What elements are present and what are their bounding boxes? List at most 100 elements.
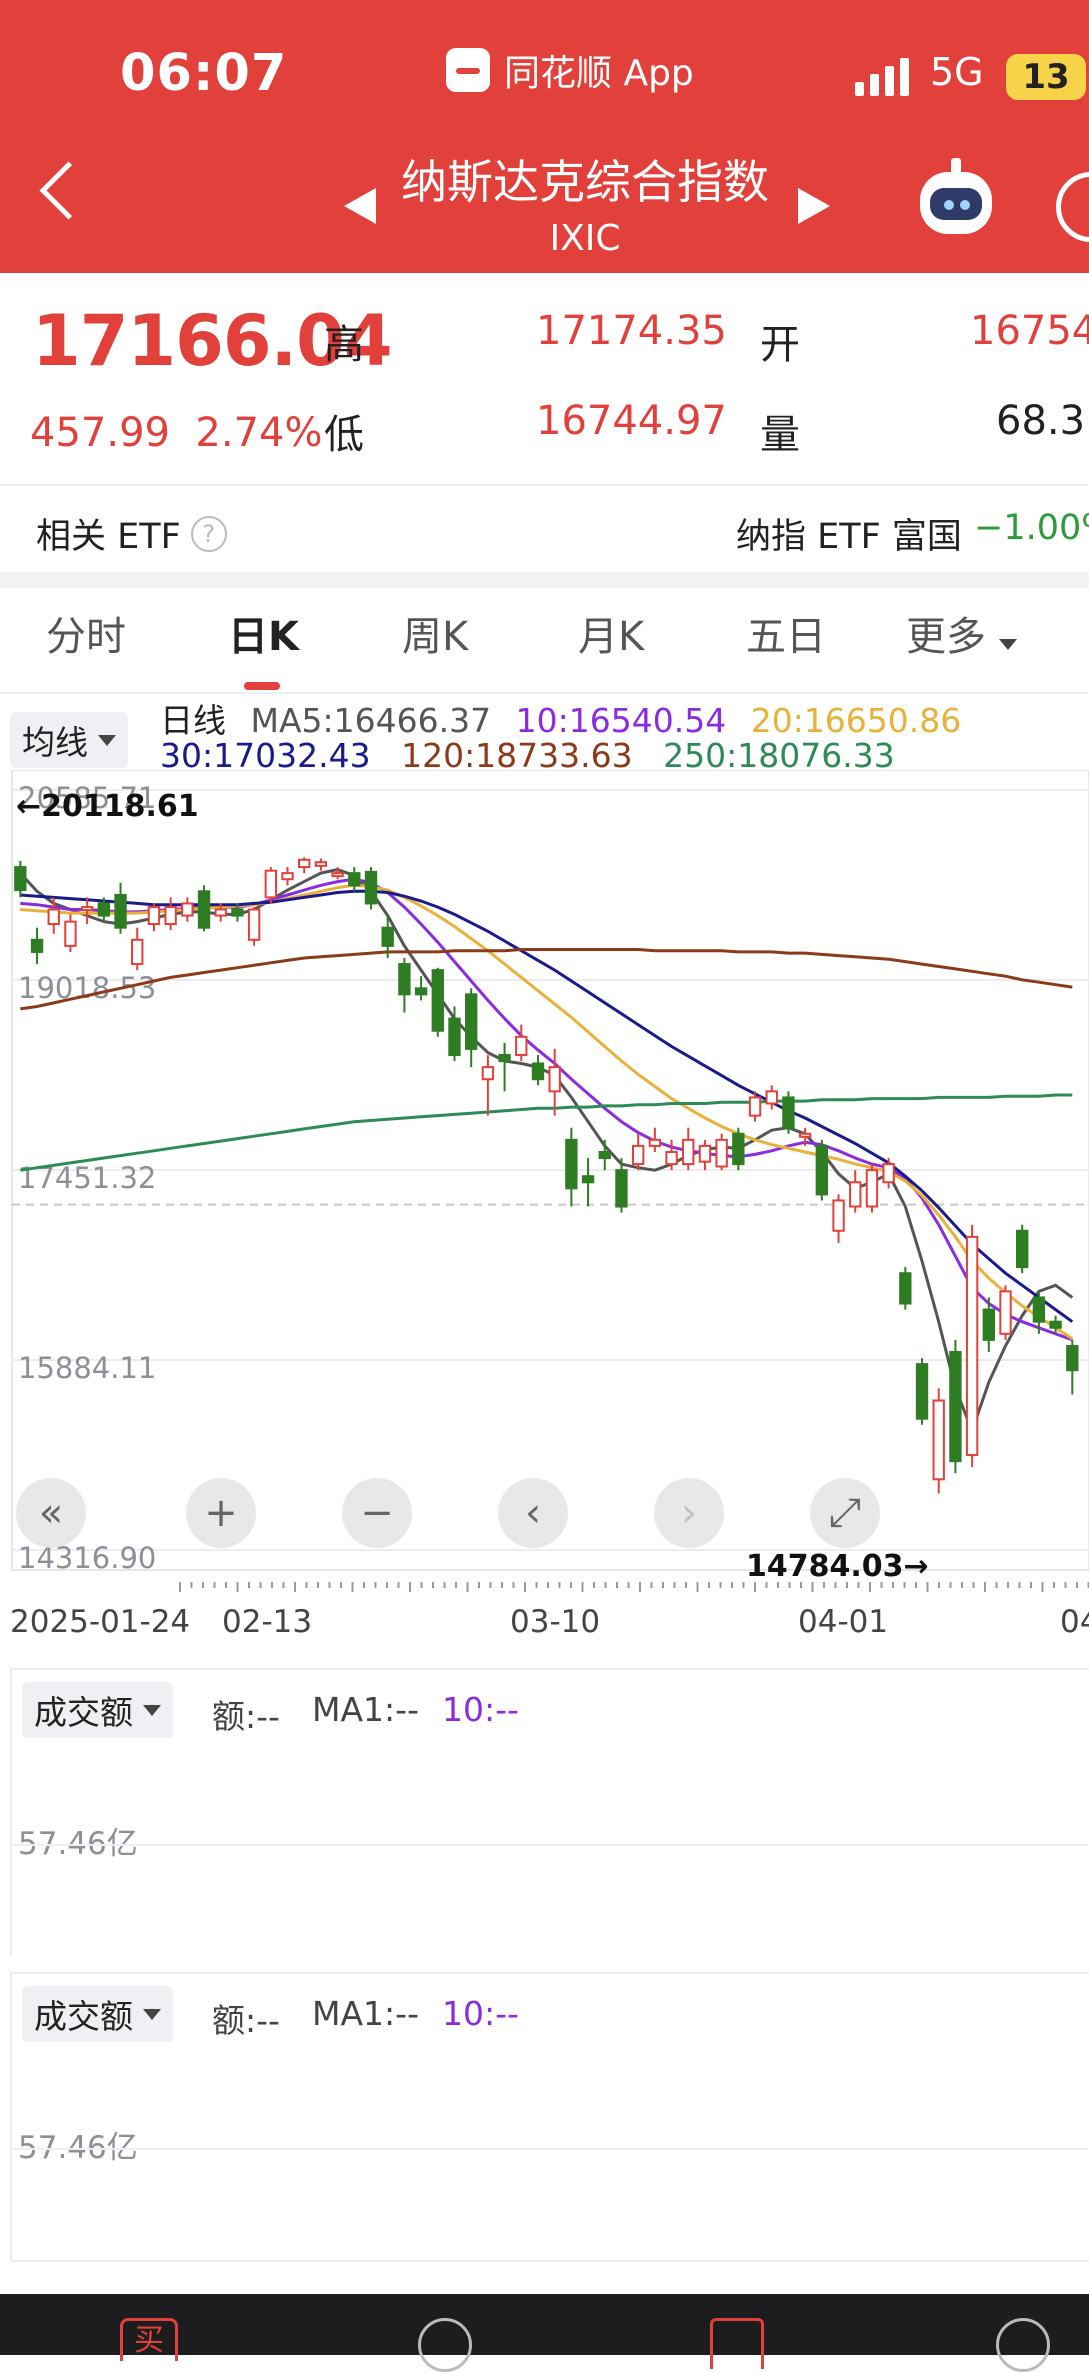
ma5-legend: MA5:16466.37 bbox=[250, 701, 492, 740]
volume-selector-label: 成交额 bbox=[34, 1997, 133, 2036]
candle-body bbox=[565, 1138, 578, 1190]
chevron-down-icon bbox=[998, 639, 1017, 650]
candle-body bbox=[865, 1169, 879, 1208]
x-tick-label: 04-01 bbox=[798, 1604, 888, 1640]
fullscreen-button[interactable]: ⤢ bbox=[810, 1478, 880, 1548]
candle-body bbox=[815, 1144, 829, 1196]
candle-body bbox=[114, 893, 127, 929]
high-value: 17174.35 bbox=[536, 308, 727, 354]
volume-panel: 成交额 额:-- MA1:-- 10:-- 57.46亿 bbox=[10, 1668, 1089, 1958]
candle-body bbox=[932, 1399, 945, 1481]
candle-body bbox=[398, 963, 411, 996]
tab-more[interactable]: 更多 bbox=[906, 604, 1017, 662]
signal-icon bbox=[855, 52, 909, 96]
volume-ma1: MA1:-- bbox=[312, 1994, 419, 2033]
period-tabs: 分时 日K 周K 月K 五日 更多 bbox=[0, 604, 1089, 692]
ma-line-250 bbox=[20, 1093, 1073, 1172]
ma10-legend: 10:16540.54 bbox=[515, 701, 727, 740]
volume-label: 量 bbox=[760, 412, 800, 458]
x-tick-label: 03-10 bbox=[510, 1604, 600, 1640]
menu-icon[interactable] bbox=[996, 2318, 1050, 2372]
candle-body bbox=[782, 1096, 795, 1129]
robot-eye-right bbox=[960, 200, 970, 210]
network-type: 5G bbox=[930, 50, 984, 94]
rewind-button[interactable]: « bbox=[16, 1478, 86, 1548]
low-label: 低 bbox=[324, 412, 364, 458]
volume-amount: 额:-- bbox=[212, 1697, 280, 1736]
candle-body bbox=[648, 1138, 662, 1147]
tab-monthly-k[interactable]: 月K bbox=[578, 604, 644, 662]
tab-weekly-k[interactable]: 周K bbox=[402, 604, 468, 662]
zoom-out-button[interactable]: − bbox=[342, 1478, 412, 1548]
volume-panel: 成交额 额:-- MA1:-- 10:-- 57.46亿 bbox=[10, 1972, 1089, 2262]
battery-icon: 13 bbox=[1006, 54, 1086, 100]
next-index-icon[interactable] bbox=[798, 188, 830, 224]
status-time: 06:07 bbox=[120, 44, 288, 103]
candle-body bbox=[515, 1035, 528, 1056]
open-value: 16754 bbox=[970, 308, 1089, 354]
candle-body bbox=[281, 872, 294, 881]
candle-body bbox=[181, 902, 194, 917]
zoom-in-button[interactable]: + bbox=[186, 1478, 256, 1548]
ma-line-30 bbox=[20, 889, 1074, 1323]
indicator-selector[interactable]: 均线 bbox=[10, 712, 128, 768]
gridline bbox=[12, 1844, 1089, 1846]
robot-eye-left bbox=[944, 200, 954, 210]
candle-body bbox=[431, 969, 444, 1032]
help-icon[interactable]: ? bbox=[190, 515, 227, 552]
candle-body bbox=[798, 1132, 812, 1138]
chevron-down-icon bbox=[143, 1704, 161, 1716]
candle-body bbox=[715, 1138, 728, 1168]
tab-daily-k[interactable]: 日K bbox=[228, 604, 299, 662]
candle-body bbox=[682, 1138, 695, 1166]
volume-amount: 额:-- bbox=[212, 2001, 280, 2040]
open-label: 开 bbox=[760, 322, 800, 368]
volume-selector[interactable]: 成交额 bbox=[22, 1986, 173, 2042]
candle-body bbox=[164, 906, 177, 926]
panel-gap bbox=[0, 1956, 1089, 1972]
candle-body bbox=[615, 1169, 628, 1208]
candle-body bbox=[147, 906, 161, 926]
chevron-down-icon bbox=[143, 2008, 161, 2020]
related-etf-text: 相关 ETF bbox=[36, 517, 181, 557]
header-bar: 06:07 同花顺 App 5G 13 纳斯达克综合指数 IXIC bbox=[0, 0, 1089, 273]
active-tab-indicator bbox=[244, 682, 280, 690]
volume-ma10: 10:-- bbox=[442, 1994, 519, 2033]
status-app-indicator[interactable]: 同花顺 App bbox=[446, 44, 694, 96]
volume-selector[interactable]: 成交额 bbox=[22, 1682, 173, 1738]
page-subtitle: IXIC bbox=[549, 218, 621, 259]
candle-body bbox=[1032, 1296, 1046, 1323]
watchlist-icon[interactable] bbox=[418, 2318, 472, 2372]
candle-body bbox=[832, 1199, 845, 1232]
rewind-icon: « bbox=[38, 1490, 64, 1536]
tab-five-day[interactable]: 五日 bbox=[746, 604, 826, 662]
candle-body bbox=[982, 1308, 995, 1341]
candle-body bbox=[465, 993, 478, 1050]
etf-change: −1.00% bbox=[974, 508, 1089, 548]
related-etf-label[interactable]: 相关 ETF ? bbox=[36, 508, 227, 559]
candle-body bbox=[965, 1235, 979, 1457]
candle-body bbox=[915, 1363, 929, 1420]
candle-body bbox=[598, 1150, 611, 1160]
change-value: 457.99 bbox=[30, 410, 170, 456]
minus-icon: − bbox=[360, 1490, 394, 1536]
candle-body bbox=[882, 1163, 895, 1184]
candle-body bbox=[80, 906, 94, 912]
scroll-left-button[interactable]: ‹ bbox=[498, 1478, 568, 1548]
section-gap bbox=[0, 572, 1089, 588]
candle-body bbox=[364, 870, 378, 905]
etf-name[interactable]: 纳指 ETF 富国 bbox=[736, 508, 962, 559]
volume-ma10: 10:-- bbox=[442, 1690, 519, 1729]
candle-body bbox=[531, 1062, 545, 1081]
tab-intraday[interactable]: 分时 bbox=[46, 604, 126, 662]
candle-body bbox=[698, 1144, 712, 1163]
candle-body bbox=[748, 1096, 762, 1117]
candle-body bbox=[214, 908, 227, 917]
x-tick-label: 2025-01-24 bbox=[10, 1604, 190, 1640]
add-icon[interactable] bbox=[710, 2318, 764, 2369]
robot-assistant-icon[interactable] bbox=[920, 172, 992, 234]
status-app-name: 同花顺 App bbox=[504, 53, 694, 94]
candle-body bbox=[231, 908, 244, 917]
scroll-right-button[interactable]: › bbox=[654, 1478, 724, 1548]
ma20-legend: 20:16650.86 bbox=[750, 701, 962, 740]
